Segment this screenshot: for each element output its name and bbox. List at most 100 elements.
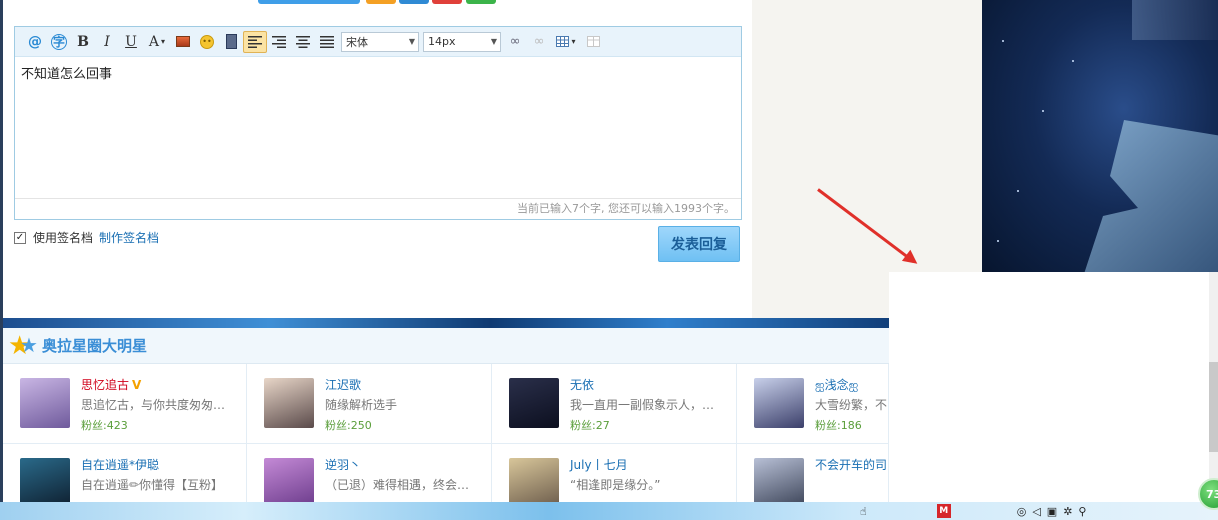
video-icon[interactable] [219, 31, 243, 53]
star-name[interactable]: 思忆追古 V [81, 376, 141, 393]
font-size-value: 14px [428, 35, 456, 48]
star-section-title: 奥拉星圈大明星 [42, 337, 148, 355]
avatar[interactable] [264, 458, 314, 508]
avatar[interactable] [509, 378, 559, 428]
shield-icon[interactable]: ◎ [1017, 505, 1027, 518]
star-bio: 思追忆古，与你共度匆匆… [81, 398, 226, 412]
star-icon: ★ ★ [8, 330, 38, 361]
star-name[interactable]: 自在逍遥*伊聪 [81, 456, 159, 473]
use-signature-label: 使用签名档 [33, 231, 94, 245]
bold-icon[interactable]: B [71, 31, 95, 53]
network-icon[interactable]: ▣ [1047, 505, 1057, 518]
red-arrow-upper [817, 188, 915, 263]
signature-row: ✓ 使用签名档 制作签名档 [14, 229, 159, 246]
art-shape [1082, 120, 1218, 272]
art-star [1017, 190, 1019, 192]
editor-toolbar: @ 字 B I U A ▾ •• 宋体 ▼ 14px ▼ ∞ ∞ ▾ [15, 27, 741, 57]
art-star [1002, 40, 1004, 42]
star-name-text: ஐ浅念ஐ [815, 378, 859, 392]
unlink-icon[interactable]: ∞ [527, 31, 551, 53]
star-name[interactable]: 逆羽丶 [325, 456, 361, 473]
star-name[interactable]: 不会开车的司 [815, 456, 887, 473]
top-button-row [3, 0, 752, 4]
star-bio: （已退）难得相遇，终会… [325, 478, 470, 492]
star-name-text: 自在逍遥*伊聪 [81, 458, 160, 472]
emoji-icon[interactable]: •• [195, 31, 219, 53]
table-icon[interactable]: ▾ [551, 31, 581, 53]
chevron-down-icon: ▼ [490, 37, 497, 46]
top-button-orange[interactable] [366, 0, 396, 4]
star-card[interactable]: 江迟歌随缘解析选手 粉丝:250 [247, 364, 492, 444]
align-justify-icon[interactable] [315, 31, 339, 53]
underline-icon[interactable]: U [119, 31, 143, 53]
use-signature-checkbox[interactable]: ✓ [14, 231, 26, 244]
star-bio: “相逢即是缘分。” [570, 478, 661, 492]
at-mention-icon[interactable]: @ [23, 31, 47, 53]
reply-editor: @ 字 B I U A ▾ •• 宋体 ▼ 14px ▼ ∞ ∞ ▾ 不知道怎么… [14, 26, 742, 220]
star-name-text: 逆羽丶 [325, 458, 362, 472]
vip-badge: V [132, 378, 142, 392]
make-signature-link[interactable]: 制作签名档 [99, 229, 159, 246]
avatar[interactable] [754, 378, 804, 428]
star-grid: 思忆追古 V 思追忆古，与你共度匆匆… 粉丝:423 江迟歌 随缘解析选手 粉丝:250 无依… [3, 364, 889, 520]
news-app-icon[interactable]: M [936, 504, 951, 518]
star-fans: 粉丝:186 [815, 419, 862, 432]
star-bio: 随缘解析选手 [325, 398, 398, 412]
avatar[interactable] [20, 458, 70, 508]
font-size-select[interactable]: 14px ▼ [423, 31, 501, 52]
top-button-blue[interactable] [258, 0, 360, 4]
top-button-green[interactable] [466, 0, 496, 4]
chevron-down-icon: ▼ [408, 37, 415, 46]
avatar[interactable] [509, 458, 559, 508]
hand-icon[interactable]: ☝ [860, 505, 867, 518]
star-name-text: 不会开车的司 [815, 458, 888, 472]
art-star [1072, 60, 1074, 62]
align-right-icon[interactable] [267, 31, 291, 53]
background-artwork [982, 0, 1218, 272]
star-name[interactable]: July丨七月 [570, 456, 628, 473]
art-shape [1132, 0, 1218, 40]
star-card[interactable]: ஐ浅念ஐ 大雪纷繁，不 粉丝:186 [737, 364, 889, 444]
avatar[interactable] [264, 378, 314, 428]
star-name-text: July丨七月 [570, 458, 628, 472]
star-name-text: 江迟歌 [325, 378, 362, 392]
star-name[interactable]: ஐ浅念ஐ [815, 376, 858, 394]
link-icon[interactable]: ∞ [503, 31, 527, 53]
star-card[interactable]: 无依我一直用一副假象示人，… 粉丝:27 [492, 364, 737, 444]
italic-icon[interactable]: I [95, 31, 119, 53]
align-left-icon[interactable] [243, 30, 267, 53]
star-card[interactable]: 思忆追古 V 思追忆古，与你共度匆匆… 粉丝:423 [3, 364, 247, 444]
scrollbar-thumb[interactable] [1209, 362, 1218, 452]
top-button-blue-small[interactable] [399, 0, 429, 4]
top-button-red[interactable] [432, 0, 462, 4]
search-icon[interactable]: ⚲ [1078, 505, 1086, 518]
avatar[interactable] [754, 458, 804, 508]
avatar[interactable] [20, 378, 70, 428]
star-bio: 我一直用一副假象示人，… [570, 398, 715, 412]
font-family-select[interactable]: 宋体 ▼ [341, 31, 419, 52]
star-fans: 粉丝:27 [570, 419, 610, 432]
art-star [1042, 110, 1044, 112]
editor-textarea[interactable]: 不知道怎么回事 [15, 57, 741, 197]
system-tray: ☝ M ◎ ◁ ▣ ✲ ⚲ [860, 502, 1086, 520]
star-bio: 大雪纷繁，不 [815, 398, 888, 412]
banner-strip [3, 318, 889, 328]
star-bio: 自在逍遥✏你懂得【互粉】 [81, 478, 224, 492]
font-char-icon[interactable]: 字 [47, 31, 71, 53]
star-name[interactable]: 无依 [570, 376, 594, 393]
reply-panel: @ 字 B I U A ▾ •• 宋体 ▼ 14px ▼ ∞ ∞ ▾ 不知道怎么… [3, 0, 752, 318]
star-name-text: 思忆追古 [81, 378, 130, 392]
star-fans: 粉丝:423 [81, 419, 128, 432]
star-name[interactable]: 江迟歌 [325, 376, 361, 393]
star-fans: 粉丝:250 [325, 419, 372, 432]
star-name-text: 无依 [570, 378, 595, 392]
star-section-header: ★ ★ 奥拉星圈大明星 [3, 328, 889, 364]
volume-icon[interactable]: ◁ [1032, 505, 1040, 518]
settings-icon[interactable]: ✲ [1063, 505, 1072, 518]
submit-reply-button[interactable]: 发表回复 [658, 226, 740, 262]
table-delete-icon[interactable] [581, 31, 605, 53]
char-counter: 当前已输入7个字, 您还可以输入1993个字。 [15, 198, 741, 219]
font-color-icon[interactable]: A ▾ [143, 31, 171, 53]
image-icon[interactable] [171, 31, 195, 53]
align-center-icon[interactable] [291, 31, 315, 53]
